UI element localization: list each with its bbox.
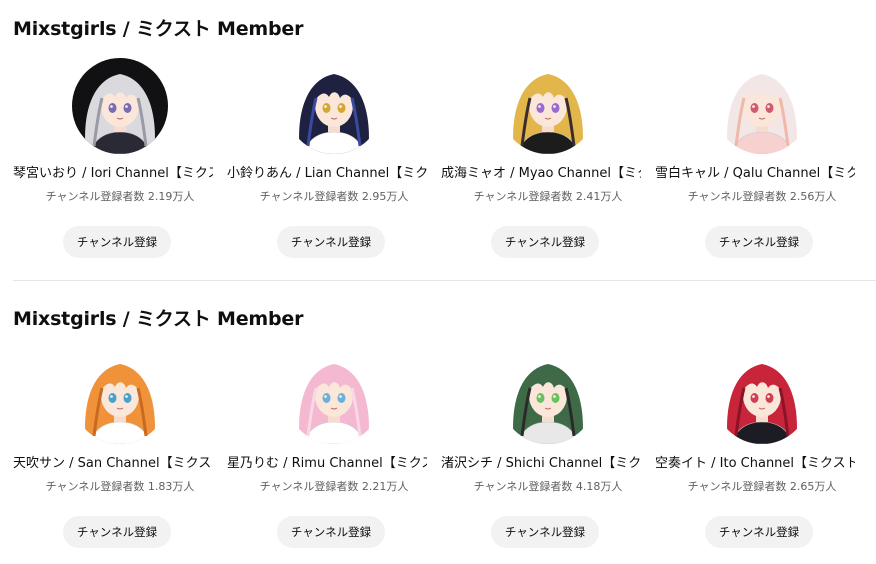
channel-card: 琴宮いおり / Iori Channel【ミクスト】チャンネル登録者数 2.19… [13, 58, 227, 268]
subscriber-count: チャンネル登録者数 2.21万人 [259, 480, 409, 493]
channel-name-link[interactable]: 雪白キャル / Qalu Channel【ミクスト】 [655, 165, 855, 183]
channel-name-link[interactable]: 琴宮いおり / Iori Channel【ミクスト】 [13, 165, 213, 183]
avatar-lian-icon[interactable] [286, 58, 382, 154]
section-title: Mixstgirls / ミクスト Member [13, 308, 304, 330]
subscribe-button[interactable]: チャンネル登録 [491, 516, 599, 548]
subscriber-count: チャンネル登録者数 2.41万人 [473, 190, 623, 203]
channel-card: 雪白キャル / Qalu Channel【ミクスト】チャンネル登録者数 2.56… [655, 58, 869, 268]
avatar-san-icon[interactable] [72, 348, 168, 444]
subscriber-count: チャンネル登録者数 1.83万人 [45, 480, 195, 493]
avatar-qalu-icon[interactable] [714, 58, 810, 154]
subscriber-count: チャンネル登録者数 2.65万人 [687, 480, 837, 493]
subscribe-button[interactable]: チャンネル登録 [705, 226, 813, 258]
subscriber-count: チャンネル登録者数 2.95万人 [259, 190, 409, 203]
channel-name-link[interactable]: 成海ミャオ / Myao Channel【ミクスト】 [441, 165, 641, 183]
channel-name-link[interactable]: 天吹サン / San Channel【ミクスト】 [13, 455, 213, 473]
channel-card: 空奏イト / Ito Channel【ミクスト】チャンネル登録者数 2.65万人… [655, 348, 869, 558]
section-divider [13, 280, 876, 281]
avatar-rimu-icon[interactable] [286, 348, 382, 444]
channel-name-link[interactable]: 渚沢シチ / Shichi Channel【ミクスト】 [441, 455, 641, 473]
channel-card: 渚沢シチ / Shichi Channel【ミクスト】チャンネル登録者数 4.1… [441, 348, 655, 558]
channel-card: 成海ミャオ / Myao Channel【ミクスト】チャンネル登録者数 2.41… [441, 58, 655, 268]
avatar-shichi-icon[interactable] [500, 348, 596, 444]
channel-name-link[interactable]: 星乃りむ / Rimu Channel【ミクスト】 [227, 455, 427, 473]
channel-name-link[interactable]: 小鈴りあん / Lian Channel【ミクスト】 [227, 165, 427, 183]
avatar-iori-icon[interactable] [72, 58, 168, 154]
channel-name-link[interactable]: 空奏イト / Ito Channel【ミクスト】 [655, 455, 855, 473]
avatar-ito-icon[interactable] [714, 348, 810, 444]
section-title: Mixstgirls / ミクスト Member [13, 18, 304, 40]
subscribe-button[interactable]: チャンネル登録 [277, 226, 385, 258]
channel-card: 天吹サン / San Channel【ミクスト】チャンネル登録者数 1.83万人… [13, 348, 227, 558]
subscribe-button[interactable]: チャンネル登録 [277, 516, 385, 548]
channel-card: 星乃りむ / Rimu Channel【ミクスト】チャンネル登録者数 2.21万… [227, 348, 441, 558]
subscribe-button[interactable]: チャンネル登録 [63, 516, 171, 548]
channel-card: 小鈴りあん / Lian Channel【ミクスト】チャンネル登録者数 2.95… [227, 58, 441, 268]
subscriber-count: チャンネル登録者数 4.18万人 [473, 480, 623, 493]
avatar-myao-icon[interactable] [500, 58, 596, 154]
subscribe-button[interactable]: チャンネル登録 [705, 516, 813, 548]
subscribe-button[interactable]: チャンネル登録 [491, 226, 599, 258]
subscriber-count: チャンネル登録者数 2.19万人 [45, 190, 195, 203]
subscribe-button[interactable]: チャンネル登録 [63, 226, 171, 258]
subscriber-count: チャンネル登録者数 2.56万人 [687, 190, 837, 203]
